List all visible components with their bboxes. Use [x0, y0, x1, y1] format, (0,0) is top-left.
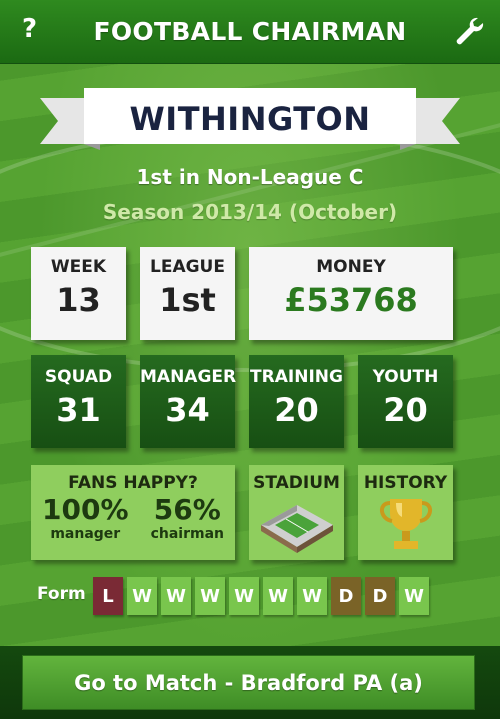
form-result-2: W [127, 577, 157, 615]
squad-card[interactable]: SQUAD 31 [31, 355, 126, 448]
go-to-match-button[interactable]: Go to Match - Bradford PA (a) [22, 655, 475, 710]
youth-value: 20 [383, 391, 428, 429]
app-title: FOOTBALL CHAIRMAN [93, 17, 407, 46]
manager-fans-percent: 100% [42, 493, 129, 526]
form-label: Form [37, 584, 86, 604]
form-result-4: W [195, 577, 225, 615]
top-bar: ? FOOTBALL CHAIRMAN [0, 0, 500, 64]
training-label: TRAINING [250, 367, 343, 387]
club-name: WITHINGTON [129, 100, 371, 138]
week-card: WEEK 13 [31, 247, 126, 340]
chairman-fans-label: chairman [150, 525, 224, 542]
help-button[interactable]: ? [22, 14, 37, 44]
training-card[interactable]: TRAINING 20 [249, 355, 344, 448]
form-result-8: D [331, 577, 361, 615]
fans-happy-card[interactable]: FANS HAPPY? 100% manager 56% chairman [31, 465, 235, 560]
training-value: 20 [274, 391, 319, 429]
league-position: 1st in Non-League C [136, 165, 364, 189]
week-label: WEEK [50, 257, 107, 277]
form-result-9: D [365, 577, 395, 615]
form-result-7: W [297, 577, 327, 615]
trophy-icon [379, 499, 432, 549]
chairman-fans-percent: 56% [153, 493, 221, 526]
stadium-label: STADIUM [253, 473, 340, 493]
stadium-icon [260, 505, 333, 553]
stadium-button[interactable]: STADIUM [249, 465, 344, 560]
youth-card[interactable]: YOUTH 20 [358, 355, 453, 448]
form-result-3: W [161, 577, 191, 615]
squad-value: 31 [56, 391, 101, 429]
fans-happy-label: FANS HAPPY? [68, 473, 198, 493]
league-label: LEAGUE [150, 257, 225, 277]
league-value: 1st [159, 281, 216, 319]
manager-fans-label: manager [50, 525, 121, 542]
money-label: MONEY [316, 257, 386, 277]
history-button[interactable]: HISTORY [358, 465, 453, 560]
season-info: Season 2013/14 (October) [102, 200, 398, 224]
youth-label: YOUTH [372, 367, 439, 387]
league-card: LEAGUE 1st [140, 247, 235, 340]
week-value: 13 [56, 281, 101, 319]
form-result-5: W [229, 577, 259, 615]
manager-card[interactable]: MANAGER 34 [140, 355, 237, 448]
form-result-6: W [263, 577, 293, 615]
history-label: HISTORY [363, 473, 448, 493]
form-result-10: W [399, 577, 429, 615]
money-card: MONEY £53768 [249, 247, 453, 340]
manager-value: 34 [165, 391, 210, 429]
money-value: £53768 [284, 281, 418, 319]
wrench-icon[interactable] [452, 14, 486, 48]
squad-label: SQUAD [44, 367, 113, 387]
form-result-1: L [93, 577, 123, 615]
manager-label: MANAGER [140, 367, 237, 387]
